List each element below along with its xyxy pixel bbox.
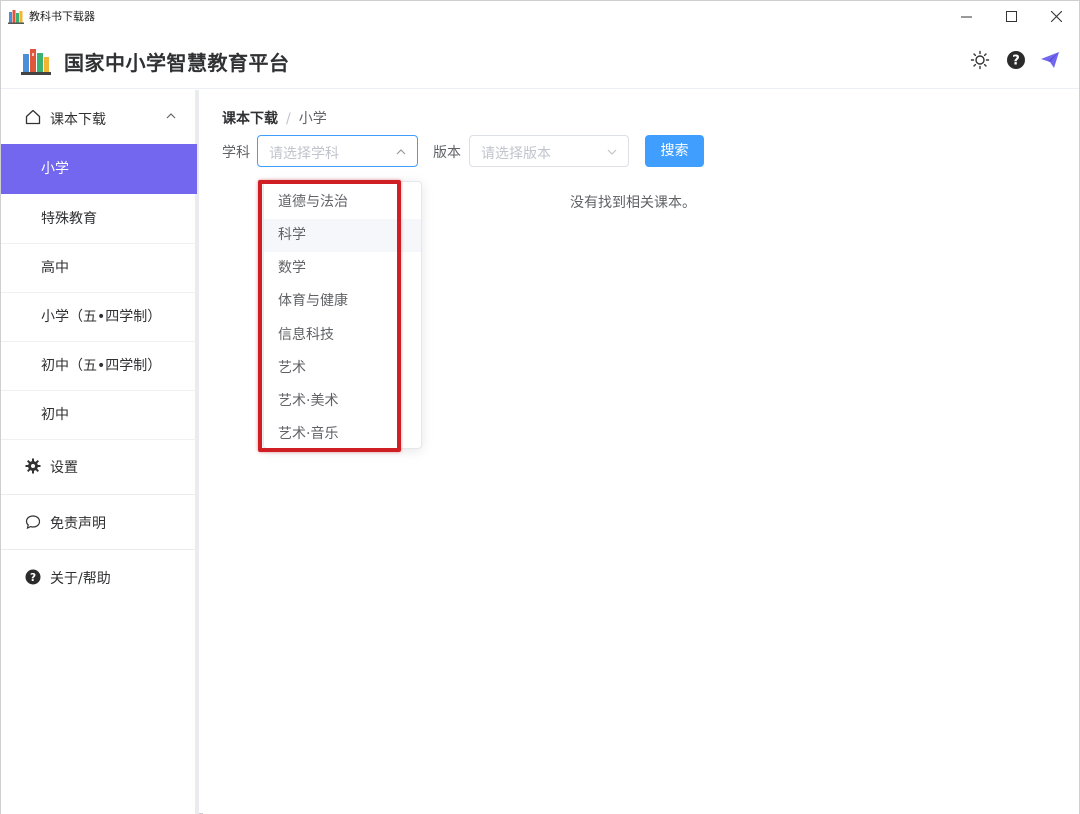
maximize-button[interactable]	[988, 1, 1034, 31]
chevron-up-icon	[396, 149, 406, 155]
chevron-down-icon	[607, 149, 617, 155]
window-title: 教科书下载器	[29, 10, 95, 23]
sidebar-item-disclaimer[interactable]: 免责声明	[1, 494, 197, 549]
app-window: 教科书下载器 国家中小学智慧教育平台 ? 课本下载 小学 特殊教育 高中 小学（…	[0, 0, 1080, 814]
dropdown-option[interactable]: 艺术·音乐	[264, 418, 421, 451]
sidebar-item-junior[interactable]: 初中	[1, 390, 197, 440]
gear-icon	[25, 458, 41, 474]
sidebar-item-primary[interactable]: 小学	[1, 144, 197, 194]
maximize-icon	[1005, 10, 1017, 22]
sidebar-item-high-school[interactable]: 高中	[1, 243, 197, 293]
sun-icon	[970, 50, 990, 70]
dropdown-option[interactable]: 数学	[264, 252, 421, 285]
books-logo-icon	[21, 49, 51, 75]
theme-toggle-button[interactable]	[969, 49, 991, 71]
version-placeholder: 请选择版本	[481, 146, 551, 162]
subject-dropdown: 道德与法治 科学 数学 体育与健康 信息科技 艺术 艺术·美术 艺术·音乐	[263, 181, 422, 449]
dropdown-option[interactable]: 道德与法治	[264, 186, 421, 219]
sidebar-item-settings[interactable]: 设置	[1, 439, 197, 494]
chat-bubble-icon	[25, 515, 41, 530]
sidebar-item-primary-54[interactable]: 小学（五•四学制）	[1, 292, 197, 342]
search-button[interactable]: 搜索	[645, 135, 704, 167]
sidebar-item-label: 设置	[50, 460, 78, 476]
breadcrumb-current: 小学	[298, 111, 327, 127]
minimize-icon	[960, 16, 972, 17]
subject-select[interactable]: 请选择学科	[257, 135, 418, 167]
empty-state-message: 没有找到相关课本。	[570, 195, 696, 211]
dropdown-option[interactable]: 科学	[264, 219, 421, 252]
svg-text:?: ?	[1012, 54, 1020, 69]
books-app-icon	[8, 10, 24, 24]
minimize-button[interactable]	[943, 1, 989, 31]
sidebar-group-textbook-download[interactable]: 课本下载	[1, 90, 197, 144]
subject-placeholder: 请选择学科	[269, 146, 339, 162]
version-label: 版本	[433, 145, 461, 161]
help-button[interactable]: ?	[1005, 49, 1027, 71]
home-icon	[25, 109, 41, 125]
sidebar-item-label: 关于/帮助	[50, 571, 111, 587]
brand-title: 国家中小学智慧教育平台	[64, 51, 290, 75]
dropdown-option[interactable]: 体育与健康	[264, 285, 421, 318]
sidebar-item-label: 免责声明	[50, 516, 106, 532]
dropdown-option[interactable]: 艺术	[264, 352, 421, 385]
close-icon	[1050, 10, 1062, 22]
question-circle-icon: ?	[1007, 51, 1025, 69]
sidebar-item-about-help[interactable]: ? 关于/帮助	[1, 549, 197, 604]
dropdown-option[interactable]: 信息科技	[264, 319, 421, 352]
paper-plane-icon	[1041, 52, 1059, 68]
help-icon: ?	[25, 569, 41, 585]
breadcrumb-separator: /	[286, 111, 291, 127]
sidebar: 课本下载 小学 特殊教育 高中 小学（五•四学制） 初中（五•四学制） 初中 设…	[1, 90, 199, 814]
app-header: 国家中小学智慧教育平台 ?	[1, 31, 1079, 89]
dropdown-option[interactable]: 艺术·美术	[264, 385, 421, 418]
svg-text:?: ?	[30, 572, 36, 584]
chevron-up-icon	[166, 113, 176, 119]
feedback-button[interactable]	[1039, 49, 1061, 71]
sidebar-item-junior-54[interactable]: 初中（五•四学制）	[1, 341, 197, 391]
title-bar: 教科书下载器	[1, 1, 1079, 31]
sidebar-group-label: 课本下载	[50, 112, 106, 128]
sidebar-item-special-education[interactable]: 特殊教育	[1, 194, 197, 244]
breadcrumb-root[interactable]: 课本下载	[222, 111, 278, 127]
close-button[interactable]	[1033, 1, 1079, 31]
breadcrumb: 课本下载 / 小学	[222, 108, 327, 128]
version-select[interactable]: 请选择版本	[469, 135, 629, 167]
subject-label: 学科	[222, 145, 250, 161]
